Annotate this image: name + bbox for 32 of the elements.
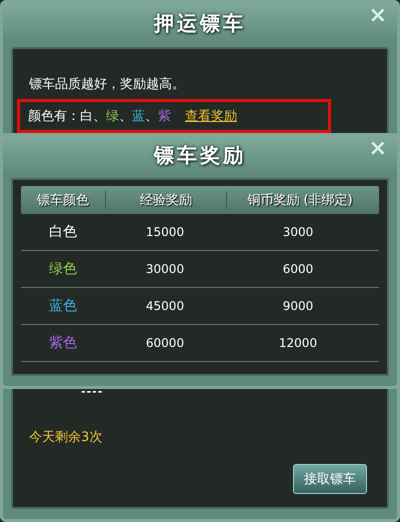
table-cell-text: 6000 <box>282 262 314 276</box>
column-header: 铜币奖励 (非绑定) <box>226 191 373 209</box>
column-header: 镖车颜色 <box>36 192 90 209</box>
dashes-text: ---- <box>81 385 104 398</box>
colors-label: 颜色有： <box>28 108 80 125</box>
close-button[interactable]: × <box>364 5 391 27</box>
view-rewards-link[interactable]: 查看奖励 <box>185 107 237 125</box>
table-cell-text: 45000 <box>144 299 186 313</box>
table-cell-text: 白色 <box>48 223 78 241</box>
color-name: 紫 <box>158 108 171 125</box>
table-cell-text: 3000 <box>282 225 314 239</box>
table-cell-text: 紫色 <box>48 334 78 352</box>
table-cell-text: 9000 <box>282 299 314 313</box>
separator-text: 、 <box>145 108 158 125</box>
table-cell-text: 绿色 <box>48 260 78 278</box>
color-name: 蓝 <box>132 108 145 125</box>
table-cell-text: 12000 <box>278 336 318 350</box>
dialog-title: 镖车奖励 <box>154 142 246 168</box>
close-button[interactable]: × <box>364 138 391 160</box>
description-text: 镖车品质越好，奖励越高。 <box>29 76 186 93</box>
color-name: 绿 <box>106 108 119 125</box>
column-header: 经验奖励 <box>105 191 226 209</box>
table-cell-text: 30000 <box>144 262 186 276</box>
remaining-count-text: 今天剩余3次 <box>29 429 104 446</box>
accept-escort-button[interactable]: 接取镖车 <box>293 464 367 494</box>
separator-text: 、 <box>119 108 132 125</box>
color-name: 白 <box>80 108 93 125</box>
window-title: 押运镖车 <box>154 10 246 36</box>
table-cell-text: 60000 <box>144 336 186 350</box>
separator-text: 、 <box>93 108 106 125</box>
table-cell-text: 蓝色 <box>48 297 78 315</box>
table-cell-text: 15000 <box>144 225 186 239</box>
